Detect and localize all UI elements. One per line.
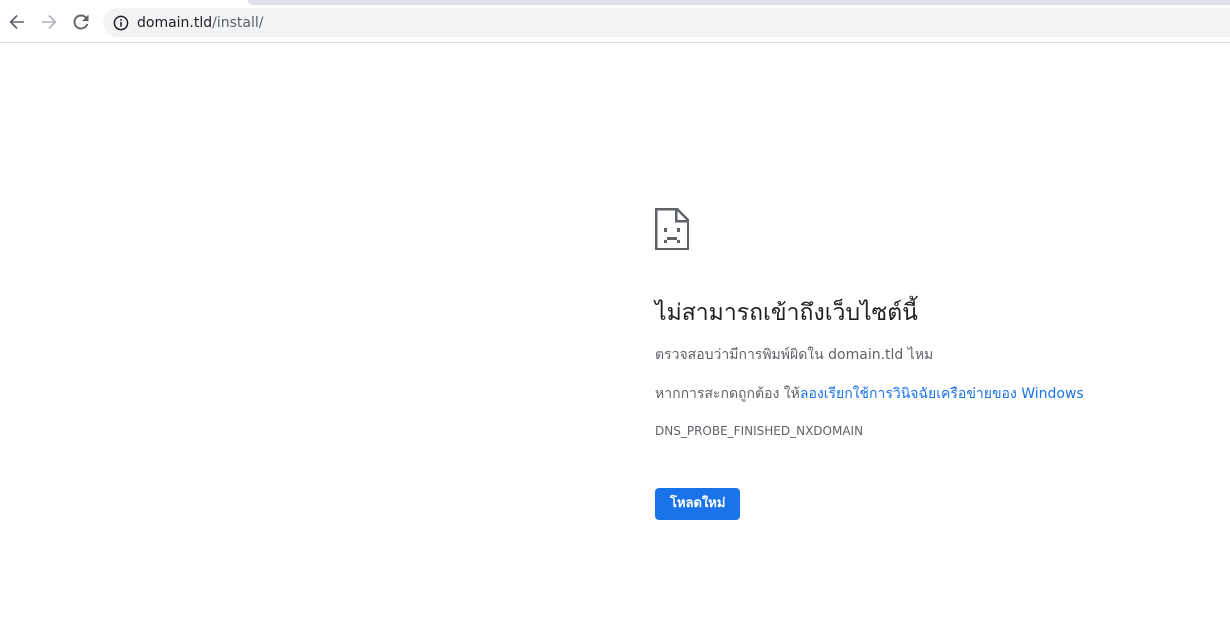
suggestion-diagnostics: หากการสะกดถูกต้อง ให้ลองเรียกใช้การวินิจ…	[655, 384, 1215, 404]
network-diagnostics-link[interactable]: ลองเรียกใช้การวินิจฉัยเครือข่ายของ Windo…	[800, 386, 1084, 402]
browser-toolbar: domain.tld/install/	[0, 0, 1230, 43]
suggestion-1-domain: domain.tld	[828, 347, 904, 363]
back-button[interactable]	[4, 9, 30, 35]
reload-page-button[interactable]: โหลดใหม่	[655, 488, 741, 520]
suggestion-1-suffix: ไหม	[907, 347, 934, 363]
error-content: ไม่สามารถเข้าถึงเว็บไซต์นี้ ตรวจสอบว่ามี…	[655, 208, 1215, 520]
tab-strip	[248, 0, 1230, 5]
error-code: DNS_PROBE_FINISHED_NXDOMAIN	[655, 424, 864, 438]
reload-icon	[73, 14, 89, 30]
suggestion-2-prefix: หากการสะกดถูกต้อง ให้	[655, 386, 800, 402]
error-headline: ไม่สามารถเข้าถึงเว็บไซต์นี้	[655, 300, 918, 326]
url-text[interactable]: domain.tld/install/	[137, 14, 264, 32]
forward-button[interactable]	[36, 9, 62, 35]
suggestion-check-typo: ตรวจสอบว่ามีการพิมพ์ผิดใน domain.tld ไหม	[655, 345, 1215, 365]
suggestion-1-prefix: ตรวจสอบว่ามีการพิมพ์ผิดใน	[655, 347, 824, 363]
forward-arrow-icon	[42, 14, 57, 30]
address-bar[interactable]: domain.tld/install/	[103, 8, 1230, 37]
url-host: domain.tld	[137, 15, 213, 31]
back-arrow-icon	[9, 14, 24, 30]
url-path: /install/	[212, 15, 264, 31]
reload-button[interactable]	[68, 9, 94, 35]
sad-page-icon	[655, 208, 689, 250]
info-icon[interactable]	[113, 15, 129, 31]
